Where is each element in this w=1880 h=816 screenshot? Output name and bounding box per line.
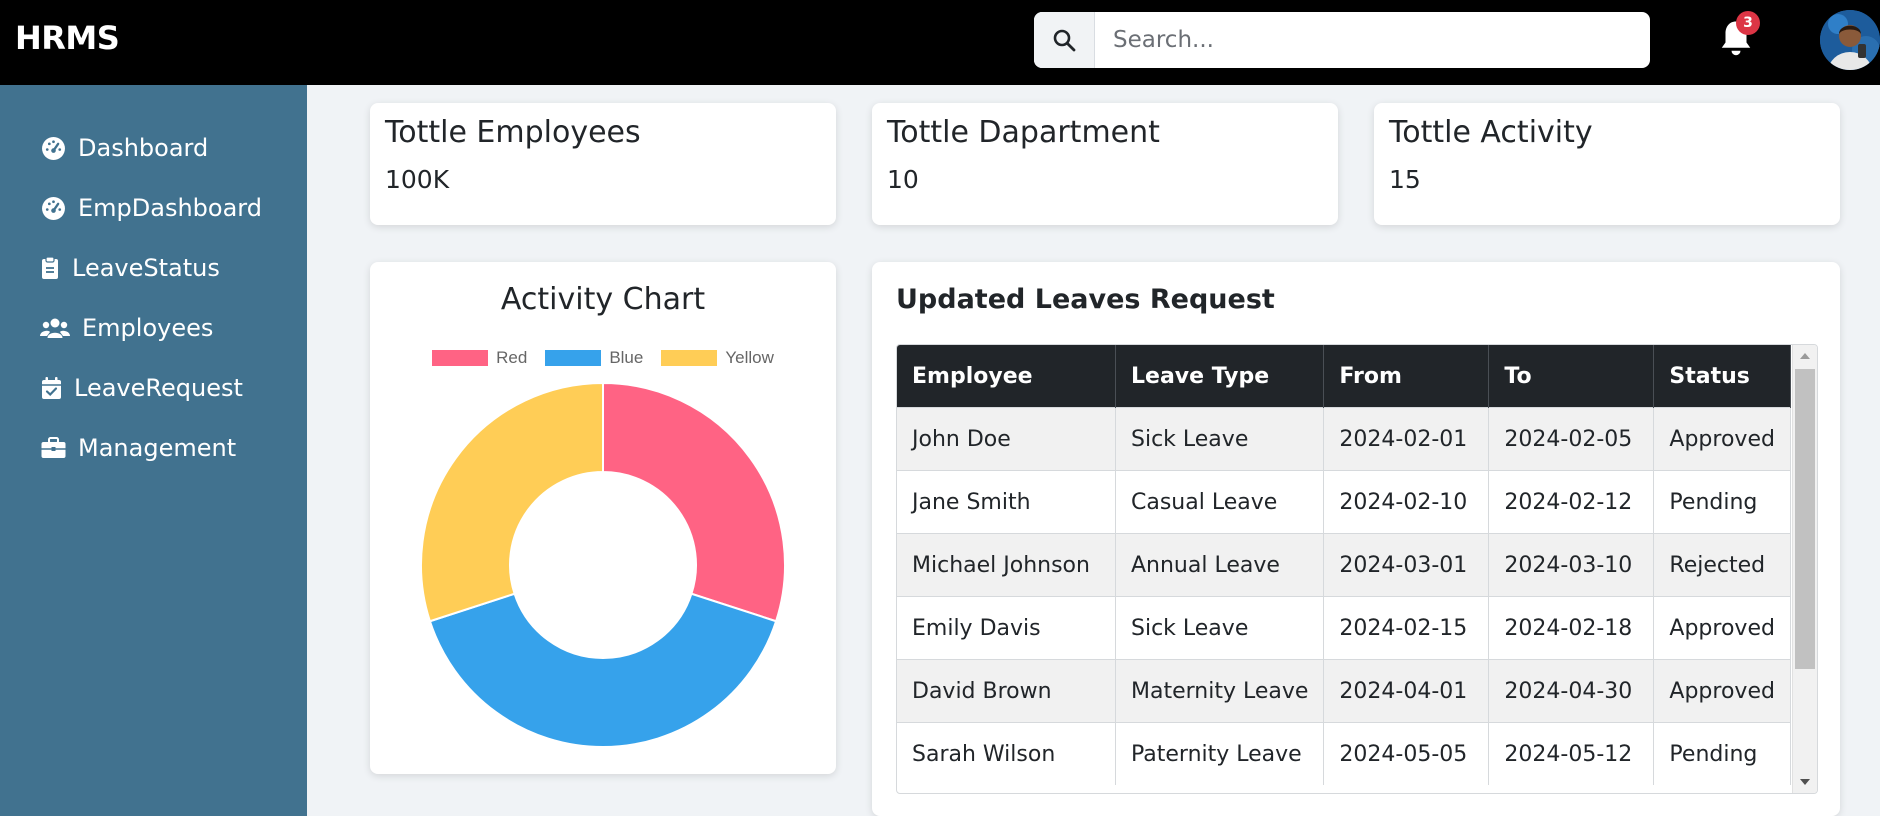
table-cell: 2024-04-30 [1488, 659, 1655, 723]
gauge-icon [40, 195, 66, 221]
donut-slice-red[interactable] [602, 381, 786, 623]
sidebar-item-label: Employees [82, 314, 214, 342]
table-cell: Sarah Wilson [897, 722, 1116, 785]
table-row[interactable]: David Brown Maternity Leave 2024-04-01 2024… [897, 659, 1791, 723]
sidebar-item-label: Dashboard [78, 134, 209, 162]
scroll-down-arrow[interactable] [1800, 779, 1810, 785]
table-cell: Approved [1653, 659, 1791, 723]
table-cell: 2024-02-15 [1323, 596, 1490, 660]
table-cell: Casual Leave [1115, 470, 1325, 534]
sidebar-item-management[interactable]: Management [40, 428, 236, 468]
table-row[interactable]: Emily Davis Sick Leave 2024-02-15 2024-02-1… [897, 596, 1791, 660]
column-header: Leave Type [1115, 345, 1325, 408]
table-row[interactable]: Michael Johnson Annual Leave 2024-03-01 202… [897, 533, 1791, 597]
table-cell: 2024-02-01 [1323, 407, 1490, 471]
table-row[interactable]: John Doe Sick Leave 2024-02-01 2024-02-05 Ap… [897, 407, 1791, 471]
avatar[interactable] [1820, 10, 1880, 70]
sidebar-item-leavestatus[interactable]: LeaveStatus [40, 248, 220, 288]
stat-title: Tottle Activity [1389, 115, 1593, 150]
table-cell: Pending [1653, 470, 1791, 534]
app-logo[interactable]: HRMS [15, 19, 120, 57]
stat-title: Tottle Employees [385, 115, 641, 150]
table-cell: 2024-04-01 [1323, 659, 1490, 723]
stat-card-department: Tottle Dapartment 10 [872, 103, 1338, 225]
sidebar-item-leaverequest[interactable]: LeaveRequest [40, 368, 243, 408]
table-cell: Michael Johnson [897, 533, 1116, 597]
clipboard-icon [40, 255, 60, 281]
table-cell: Pending [1653, 722, 1791, 785]
search-icon [1053, 29, 1076, 52]
column-header: To [1488, 345, 1655, 408]
search-input[interactable] [1095, 12, 1645, 68]
stat-value: 15 [1389, 165, 1421, 194]
stat-value: 100K [385, 165, 450, 194]
table-cell: 2024-02-05 [1488, 407, 1655, 471]
column-header: From [1323, 345, 1490, 408]
notification-badge: 3 [1736, 11, 1760, 35]
table-cell: Paternity Leave [1115, 722, 1325, 785]
column-header: Status [1653, 345, 1791, 408]
activity-donut-chart [420, 381, 786, 748]
sidebar: Dashboard EmpDashboard LeaveStatus Emplo… [0, 85, 307, 816]
sidebar-item-label: LeaveStatus [72, 254, 220, 282]
leaves-table: Employee Leave Type From To Status John … [897, 345, 1791, 785]
table-cell: Sick Leave [1115, 407, 1325, 471]
table-cell: 2024-03-10 [1488, 533, 1655, 597]
table-cell: 2024-03-01 [1323, 533, 1490, 597]
stat-card-activity: Tottle Activity 15 [1374, 103, 1840, 225]
donut-slice-yellow[interactable] [420, 381, 604, 623]
sidebar-item-label: LeaveRequest [74, 374, 243, 402]
table-cell: Annual Leave [1115, 533, 1325, 597]
search-box [1034, 12, 1650, 68]
sidebar-item-employees[interactable]: Employees [40, 308, 213, 348]
table-cell: Rejected [1653, 533, 1791, 597]
table-cell: 2024-02-10 [1323, 470, 1490, 534]
table-cell: David Brown [897, 659, 1116, 723]
sidebar-item-label: Management [78, 434, 237, 462]
table-header-row: Employee Leave Type From To Status [897, 345, 1791, 408]
table-cell: Jane Smith [897, 470, 1116, 534]
sidebar-item-empdashboard[interactable]: EmpDashboard [40, 188, 262, 228]
table-cell: Emily Davis [897, 596, 1116, 660]
table-row[interactable]: Sarah Wilson Paternity Leave 2024-05-05 202… [897, 722, 1791, 785]
leaves-request-card: Updated Leaves Request Employee Leave Ty… [872, 262, 1840, 816]
stat-card-employees: Tottle Employees 100K [370, 103, 836, 225]
calendar-check-icon [40, 375, 62, 401]
table-cell: John Doe [897, 407, 1116, 471]
table-cell: 2024-02-12 [1488, 470, 1655, 534]
top-bar: HRMS 3 [0, 0, 1880, 85]
sidebar-item-label: EmpDashboard [78, 194, 262, 222]
table-cell: Approved [1653, 407, 1791, 471]
section-title: Updated Leaves Request [896, 284, 1275, 315]
scrollbar-thumb[interactable] [1795, 369, 1815, 669]
scroll-up-arrow[interactable] [1800, 353, 1810, 359]
gauge-icon [40, 135, 66, 161]
table-row[interactable]: Jane Smith Casual Leave 2024-02-10 2024-02-… [897, 470, 1791, 534]
donut-slice-blue[interactable] [428, 592, 778, 748]
briefcase-icon [40, 435, 66, 461]
activity-chart-card: Activity Chart Red Blue Yellow [370, 262, 836, 774]
table-cell: 2024-02-18 [1488, 596, 1655, 660]
table-cell: 2024-05-05 [1323, 722, 1490, 785]
table-cell: Sick Leave [1115, 596, 1325, 660]
search-button[interactable] [1034, 12, 1095, 68]
stat-title: Tottle Dapartment [887, 115, 1160, 150]
stat-value: 10 [887, 165, 919, 194]
table-cell: Maternity Leave [1115, 659, 1325, 723]
sidebar-item-dashboard[interactable]: Dashboard [40, 128, 208, 168]
leaves-table-container: Employee Leave Type From To Status John … [896, 344, 1818, 794]
table-cell: 2024-05-12 [1488, 722, 1655, 785]
users-icon [40, 315, 70, 341]
table-cell: Approved [1653, 596, 1791, 660]
table-scrollbar[interactable] [1792, 345, 1817, 793]
column-header: Employee [897, 345, 1116, 408]
